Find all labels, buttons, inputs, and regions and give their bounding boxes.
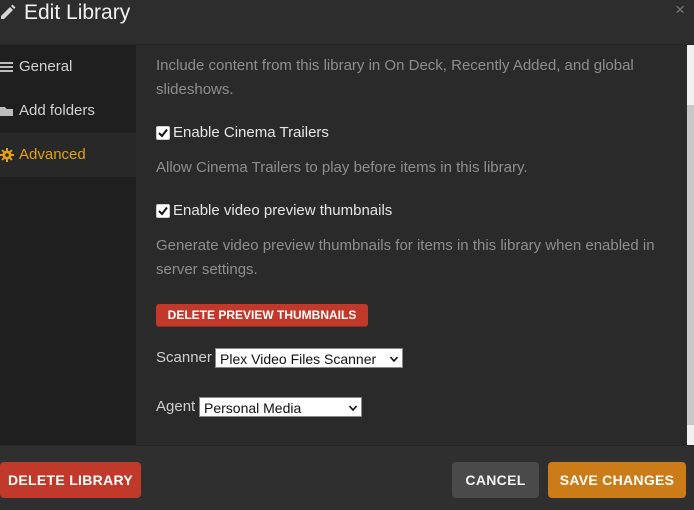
save-changes-button[interactable]: SAVE CHANGES (548, 462, 686, 498)
sidebar-item-add-folders[interactable]: Add folders (0, 89, 136, 133)
on-deck-help-text: Include content from this library in On … (156, 57, 634, 98)
pencil-icon (0, 4, 16, 20)
cinema-trailers-label[interactable]: Enable Cinema Trailers (173, 123, 329, 143)
checkmark-icon (158, 128, 168, 138)
scrollbar-thumb[interactable] (687, 105, 694, 425)
sidebar-item-general[interactable]: General (0, 45, 136, 89)
chevron-down-icon (389, 349, 399, 369)
agent-select[interactable]: Personal Media (199, 397, 362, 417)
sidebar-item-label: General (19, 58, 73, 75)
scanner-select-value: Plex Video Files Scanner (220, 351, 377, 367)
close-icon[interactable]: × (675, 0, 685, 20)
video-thumbnails-label[interactable]: Enable video preview thumbnails (173, 201, 392, 221)
video-thumbnails-help: Generate video preview thumbnails for it… (156, 237, 655, 278)
content-scrollbar[interactable] (687, 45, 694, 445)
dialog-footer: DELETE LIBRARY CANCEL SAVE CHANGES (0, 445, 694, 510)
scanner-select[interactable]: Plex Video Files Scanner (215, 348, 403, 368)
sidebar-item-label: Add folders (19, 102, 95, 119)
chevron-down-icon (348, 398, 358, 418)
sidebar-item-advanced[interactable]: Advanced (0, 133, 136, 177)
checkmark-icon (158, 206, 168, 216)
agent-label: Agent (156, 398, 196, 415)
sidebar: General Add folders Advanced (0, 45, 136, 445)
cinema-trailers-help: Allow Cinema Trailers to play before ite… (156, 159, 528, 176)
gear-icon (0, 148, 14, 162)
agent-select-value: Personal Media (204, 400, 302, 416)
folder-icon (0, 104, 14, 118)
delete-library-button[interactable]: DELETE LIBRARY (0, 462, 141, 498)
cinema-trailers-checkbox[interactable] (156, 126, 170, 140)
delete-preview-thumbnails-button[interactable]: DELETE PREVIEW THUMBNAILS (156, 304, 368, 327)
list-icon (0, 60, 14, 74)
dialog-titlebar: Edit Library × (0, 0, 694, 45)
video-thumbnails-checkbox[interactable] (156, 204, 170, 218)
scanner-label: Scanner (156, 349, 212, 366)
sidebar-item-label: Advanced (19, 146, 86, 163)
dialog-title: Edit Library (24, 1, 131, 24)
advanced-settings-panel: Include content from this library in On … (136, 45, 687, 445)
cancel-button[interactable]: CANCEL (452, 462, 539, 498)
